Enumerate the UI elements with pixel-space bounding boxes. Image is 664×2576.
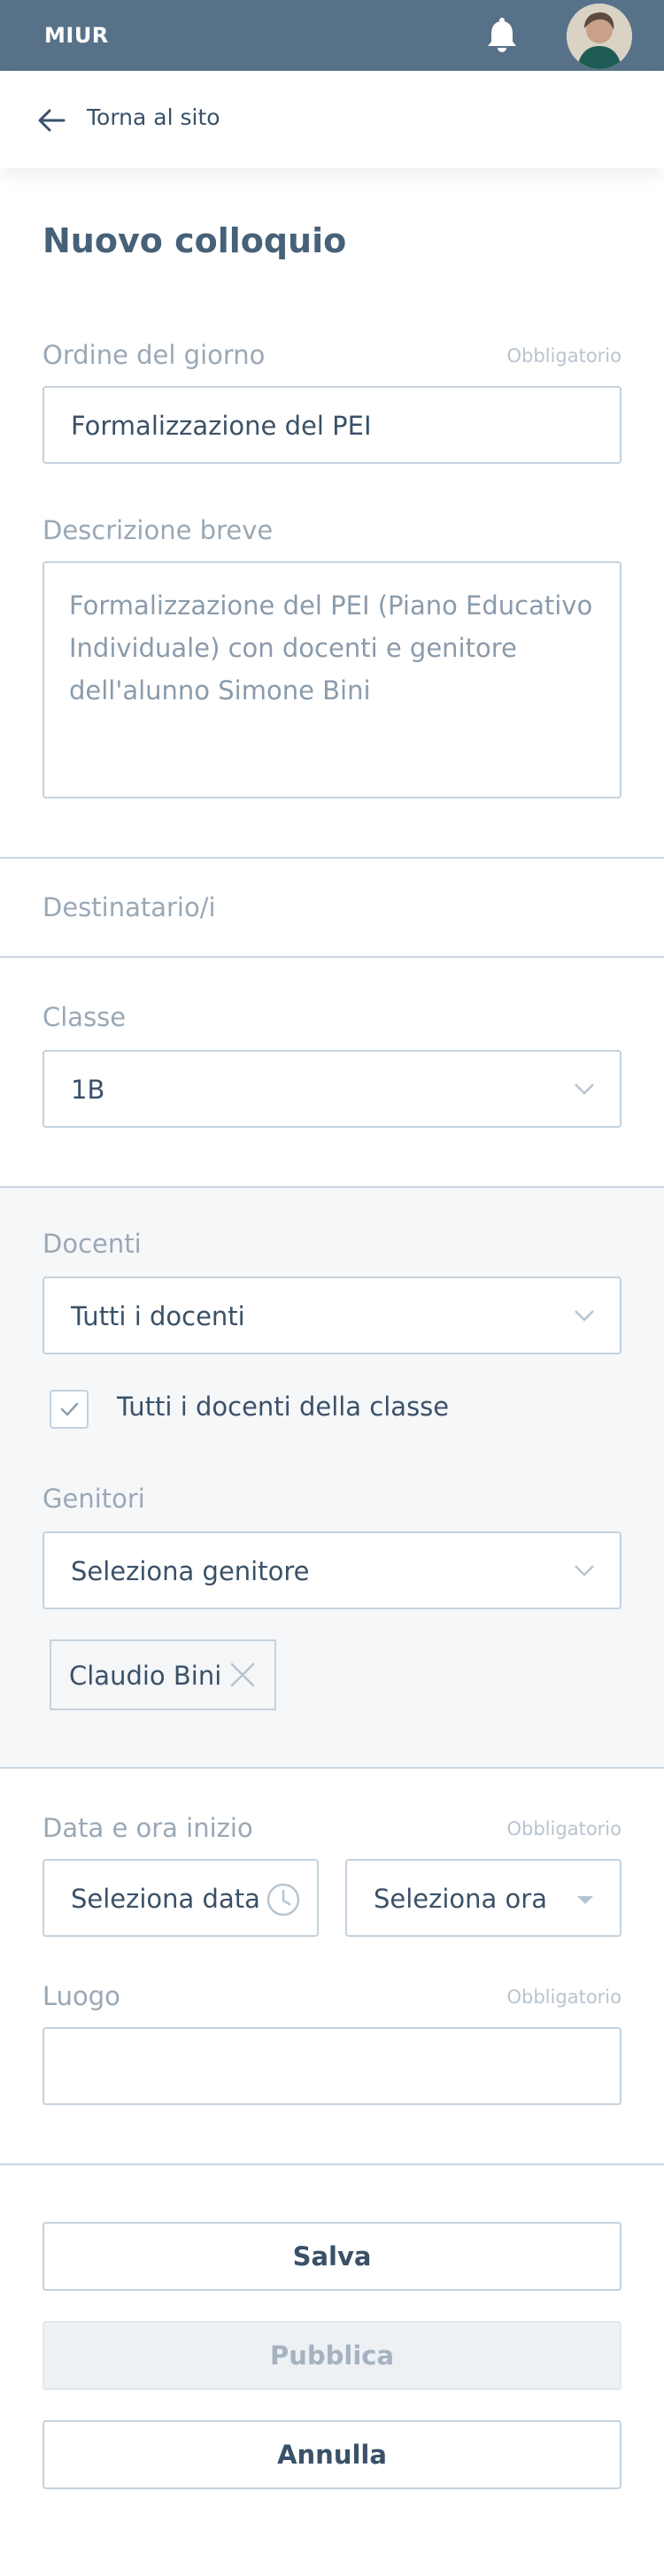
parent-chip-label: Claudio Bini	[69, 1661, 222, 1691]
place-label: Luogo	[42, 1981, 120, 2011]
caret-down-icon	[577, 1896, 593, 1904]
chevron-down-icon	[575, 1565, 594, 1577]
parents-label: Genitori	[42, 1484, 145, 1514]
cancel-button[interactable]: Annulla	[42, 2420, 622, 2489]
all-class-teachers-checkbox[interactable]	[50, 1390, 89, 1429]
agenda-required-note: Obbligatorio	[506, 345, 622, 366]
top-bar: MIUR	[0, 0, 664, 71]
time-select[interactable]: Seleziona ora	[345, 1859, 622, 1937]
divider	[0, 956, 664, 958]
time-select-value: Seleziona ora	[374, 1884, 547, 1914]
clock-icon	[266, 1883, 300, 1917]
description-textarea-value: Formalizzazione del PEI (Piano Educativo…	[69, 590, 593, 706]
arrow-left-icon[interactable]	[35, 104, 67, 136]
parents-select-value: Seleziona genitore	[71, 1556, 310, 1586]
back-navigation-bar: Torna al sito	[0, 71, 664, 168]
divider	[0, 857, 664, 859]
user-avatar[interactable]	[567, 4, 632, 69]
class-select-value: 1B	[71, 1075, 105, 1105]
description-label: Descrizione breve	[42, 515, 274, 545]
brand-logo: MIUR	[44, 23, 109, 48]
chevron-down-icon	[575, 1310, 594, 1322]
recipients-label: Destinatario/i	[42, 892, 216, 922]
place-required-note: Obbligatorio	[506, 1986, 622, 2008]
class-label: Classe	[42, 1002, 127, 1032]
teachers-label: Docenti	[42, 1229, 142, 1259]
publish-button[interactable]: Pubblica	[42, 2321, 622, 2390]
teachers-select-value: Tutti i docenti	[71, 1301, 245, 1331]
description-textarea[interactable]: Formalizzazione del PEI (Piano Educativo…	[42, 561, 622, 798]
close-icon[interactable]	[227, 1659, 259, 1691]
start-datetime-required-note: Obbligatorio	[506, 1818, 622, 1839]
bell-icon[interactable]	[482, 16, 522, 57]
all-class-teachers-label: Tutti i docenti della classe	[117, 1392, 450, 1422]
back-to-site-link[interactable]: Torna al sito	[87, 104, 220, 130]
agenda-input-value: Formalizzazione del PEI	[71, 411, 372, 441]
teachers-select[interactable]: Tutti i docenti	[42, 1276, 622, 1354]
save-button[interactable]: Salva	[42, 2222, 622, 2291]
start-datetime-label: Data e ora inizio	[42, 1813, 253, 1843]
agenda-input[interactable]: Formalizzazione del PEI	[42, 386, 622, 464]
date-picker-value: Seleziona data	[71, 1884, 260, 1914]
class-select[interactable]: 1B	[42, 1050, 622, 1128]
divider	[0, 2163, 664, 2165]
agenda-label: Ordine del giorno	[42, 340, 266, 370]
place-input[interactable]	[42, 2027, 622, 2105]
parent-chip: Claudio Bini	[50, 1639, 276, 1710]
chevron-down-icon	[575, 1084, 594, 1095]
date-picker[interactable]: Seleziona data	[42, 1859, 319, 1937]
page-title: Nuovo colloquio	[42, 221, 347, 260]
parents-select[interactable]: Seleziona genitore	[42, 1531, 622, 1609]
checkmark-icon	[60, 1402, 79, 1416]
divider	[0, 1767, 664, 1769]
